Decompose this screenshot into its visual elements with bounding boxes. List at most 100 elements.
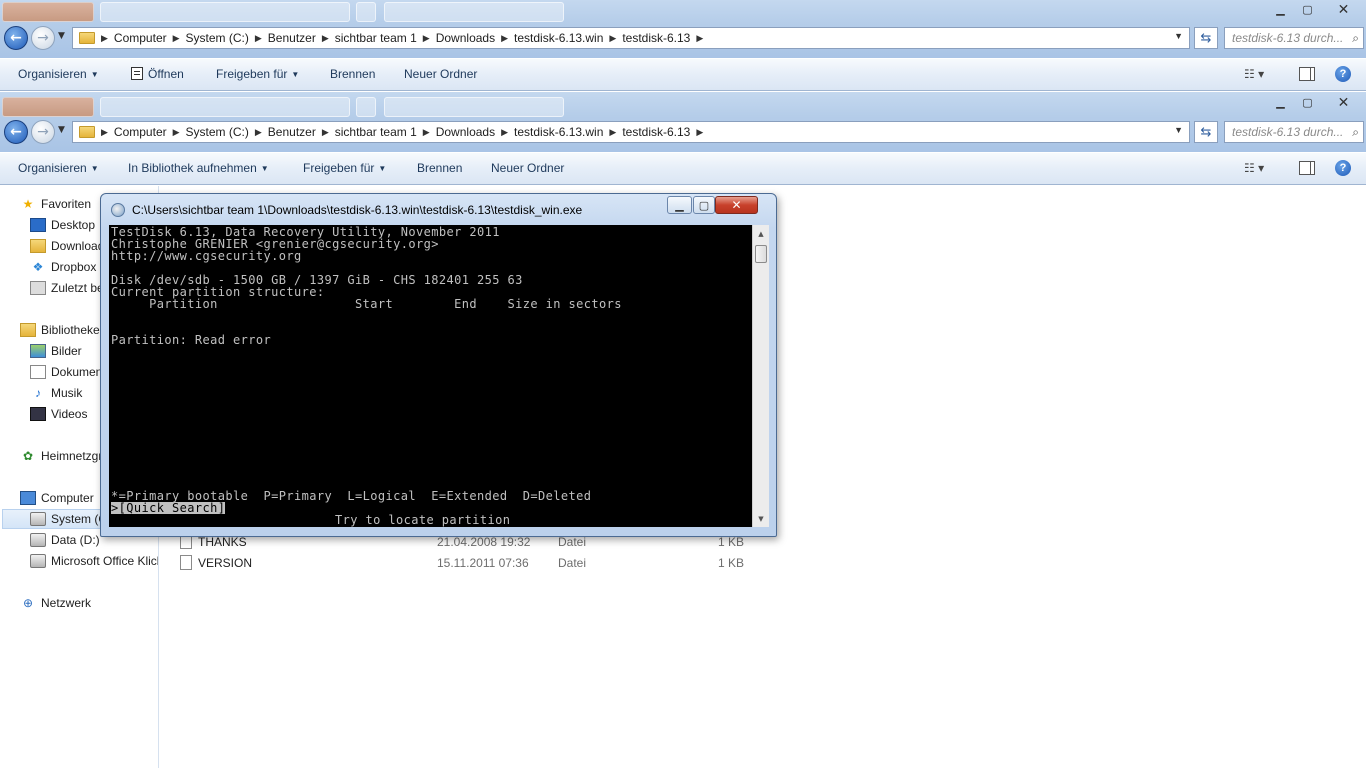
chevron-right-icon[interactable]: ▶	[609, 127, 616, 138]
close-button[interactable]: ✕	[1321, 0, 1366, 19]
nav-data-drive[interactable]: Data (D:)	[30, 530, 100, 550]
maximize-button[interactable]: ▢	[1294, 93, 1321, 112]
close-button[interactable]: ✕	[715, 196, 758, 214]
quick-search-option[interactable]: >[Quick Search]	[111, 502, 226, 514]
search-icon[interactable]: ⌕	[1352, 125, 1359, 140]
forward-arrow-icon[interactable]: →	[31, 26, 55, 50]
nav-libraries[interactable]: Bibliotheken	[20, 320, 106, 340]
view-options-icon[interactable]: ☷ ▾	[1244, 161, 1264, 175]
new-folder-button[interactable]: Neuer Ordner	[404, 67, 477, 81]
breadcrumb-item[interactable]: testdisk-6.13.win	[508, 31, 609, 45]
nav-desktop[interactable]: Desktop	[30, 215, 95, 235]
console-window[interactable]: C:\Users\sichtbar team 1\Downloads\testd…	[100, 193, 777, 537]
breadcrumb-item[interactable]: System (C:)	[180, 31, 255, 45]
nav-favorites[interactable]: ★ Favoriten	[20, 194, 91, 214]
preview-pane-icon[interactable]	[1299, 161, 1315, 175]
nav-computer[interactable]: Computer	[20, 488, 94, 508]
maximize-button[interactable]: ▢	[1294, 0, 1321, 19]
search-input[interactable]: testdisk-6.13 durch... ⌕	[1224, 27, 1364, 49]
help-icon[interactable]: ?	[1335, 66, 1351, 82]
refresh-icon[interactable]: ⇆	[1194, 27, 1218, 49]
address-bar[interactable]: ▶ Computer ▶ System (C:) ▶ Benutzer ▶ sicht…	[72, 121, 1190, 143]
chevron-right-icon[interactable]: ▶	[696, 127, 703, 138]
organize-menu[interactable]: Organisieren ▼	[18, 67, 99, 81]
breadcrumb-item[interactable]: Benutzer	[262, 31, 322, 45]
preview-pane-icon[interactable]	[1299, 67, 1315, 81]
chevron-down-icon: ▼	[90, 164, 99, 174]
chevron-down-icon[interactable]: ▼	[1174, 31, 1183, 41]
back-arrow-icon[interactable]: ←	[4, 26, 28, 50]
chevron-right-icon[interactable]: ▶	[173, 127, 180, 138]
scroll-up-icon[interactable]: ▲	[753, 225, 769, 242]
console-titlebar[interactable]: C:\Users\sichtbar team 1\Downloads\testd…	[101, 194, 776, 224]
forward-arrow-icon[interactable]: →	[31, 120, 55, 144]
scroll-thumb[interactable]	[755, 245, 767, 263]
refresh-icon[interactable]: ⇆	[1194, 121, 1218, 143]
search-placeholder: testdisk-6.13 durch...	[1232, 31, 1344, 45]
search-input[interactable]: testdisk-6.13 durch... ⌕	[1224, 121, 1364, 143]
chevron-right-icon[interactable]: ▶	[423, 127, 430, 138]
chevron-down-icon[interactable]: ▼	[58, 31, 65, 41]
burn-button[interactable]: Brennen	[330, 67, 375, 81]
breadcrumb-item[interactable]: System (C:)	[180, 125, 255, 139]
minimize-button[interactable]: ▁	[1267, 93, 1294, 112]
scroll-down-icon[interactable]: ▼	[753, 510, 769, 527]
close-button[interactable]: ✕	[1321, 93, 1366, 112]
nav-network[interactable]: ⊕ Netzwerk	[20, 593, 91, 613]
chevron-right-icon[interactable]: ▶	[501, 33, 508, 44]
share-menu[interactable]: Freigeben für ▼	[216, 67, 299, 81]
breadcrumb-item[interactable]: testdisk-6.13	[616, 31, 696, 45]
burn-button[interactable]: Brennen	[417, 161, 462, 175]
console-screen[interactable]: TestDisk 6.13, Data Recovery Utility, No…	[109, 225, 752, 527]
help-icon[interactable]: ?	[1335, 160, 1351, 176]
breadcrumb-item[interactable]: Benutzer	[262, 125, 322, 139]
chevron-down-icon[interactable]: ▼	[58, 125, 65, 135]
nav-downloads[interactable]: Downloads	[30, 236, 110, 256]
chevron-right-icon[interactable]: ▶	[101, 33, 108, 44]
breadcrumb-item[interactable]: sichtbar team 1	[329, 125, 423, 139]
chevron-right-icon[interactable]: ▶	[255, 33, 262, 44]
minimize-button[interactable]: ▁	[1267, 0, 1294, 19]
breadcrumb-item[interactable]: Computer	[108, 125, 173, 139]
nav-office-drive[interactable]: Microsoft Office Klick	[30, 551, 158, 571]
breadcrumb-item[interactable]: Computer	[108, 31, 173, 45]
chevron-down-icon[interactable]: ▼	[1174, 125, 1183, 135]
pictures-icon	[30, 344, 46, 358]
add-to-library-menu[interactable]: In Bibliothek aufnehmen ▼	[128, 161, 269, 175]
organize-menu[interactable]: Organisieren ▼	[18, 161, 99, 175]
back-command-bar: Organisieren ▼ Öffnen Freigeben für ▼ Bren…	[0, 59, 1366, 91]
back-window-titlebar	[0, 0, 1366, 24]
chevron-right-icon[interactable]: ▶	[322, 127, 329, 138]
chevron-right-icon[interactable]: ▶	[696, 33, 703, 44]
chevron-right-icon[interactable]: ▶	[101, 127, 108, 138]
chevron-right-icon[interactable]: ▶	[255, 127, 262, 138]
back-arrow-icon[interactable]: ←	[4, 120, 28, 144]
nav-recent[interactable]: Zuletzt be	[30, 278, 104, 298]
nav-music[interactable]: ♪ Musik	[30, 383, 82, 403]
nav-pictures[interactable]: Bilder	[30, 341, 82, 361]
chevron-right-icon[interactable]: ▶	[322, 33, 329, 44]
minimize-button[interactable]: ▁	[667, 196, 692, 214]
breadcrumb-item[interactable]: testdisk-6.13	[616, 125, 696, 139]
breadcrumb-item[interactable]: sichtbar team 1	[329, 31, 423, 45]
file-type: Datei	[558, 535, 587, 549]
view-options-icon[interactable]: ☷ ▾	[1244, 67, 1264, 81]
console-line: Partition Start End Size in sectors	[111, 297, 622, 311]
address-bar[interactable]: ▶ Computer ▶ System (C:) ▶ Benutzer ▶ sicht…	[72, 27, 1190, 49]
chevron-right-icon[interactable]: ▶	[609, 33, 616, 44]
front-address-row: ← → ▼ ▶ Computer ▶ System (C:) ▶ Benutzer ▶…	[0, 117, 1366, 147]
search-icon[interactable]: ⌕	[1352, 31, 1359, 46]
chevron-right-icon[interactable]: ▶	[501, 127, 508, 138]
maximize-button[interactable]: ▢	[693, 196, 715, 214]
breadcrumb-item[interactable]: Downloads	[430, 31, 501, 45]
nav-videos[interactable]: Videos	[30, 404, 87, 424]
open-button[interactable]: Öffnen	[131, 67, 184, 81]
chevron-right-icon[interactable]: ▶	[423, 33, 430, 44]
nav-dropbox[interactable]: ❖ Dropbox	[30, 257, 97, 277]
chevron-right-icon[interactable]: ▶	[173, 33, 180, 44]
new-folder-button[interactable]: Neuer Ordner	[491, 161, 564, 175]
console-scrollbar[interactable]: ▲ ▼	[752, 225, 769, 527]
breadcrumb-item[interactable]: testdisk-6.13.win	[508, 125, 609, 139]
breadcrumb-item[interactable]: Downloads	[430, 125, 501, 139]
share-menu[interactable]: Freigeben für ▼	[303, 161, 386, 175]
